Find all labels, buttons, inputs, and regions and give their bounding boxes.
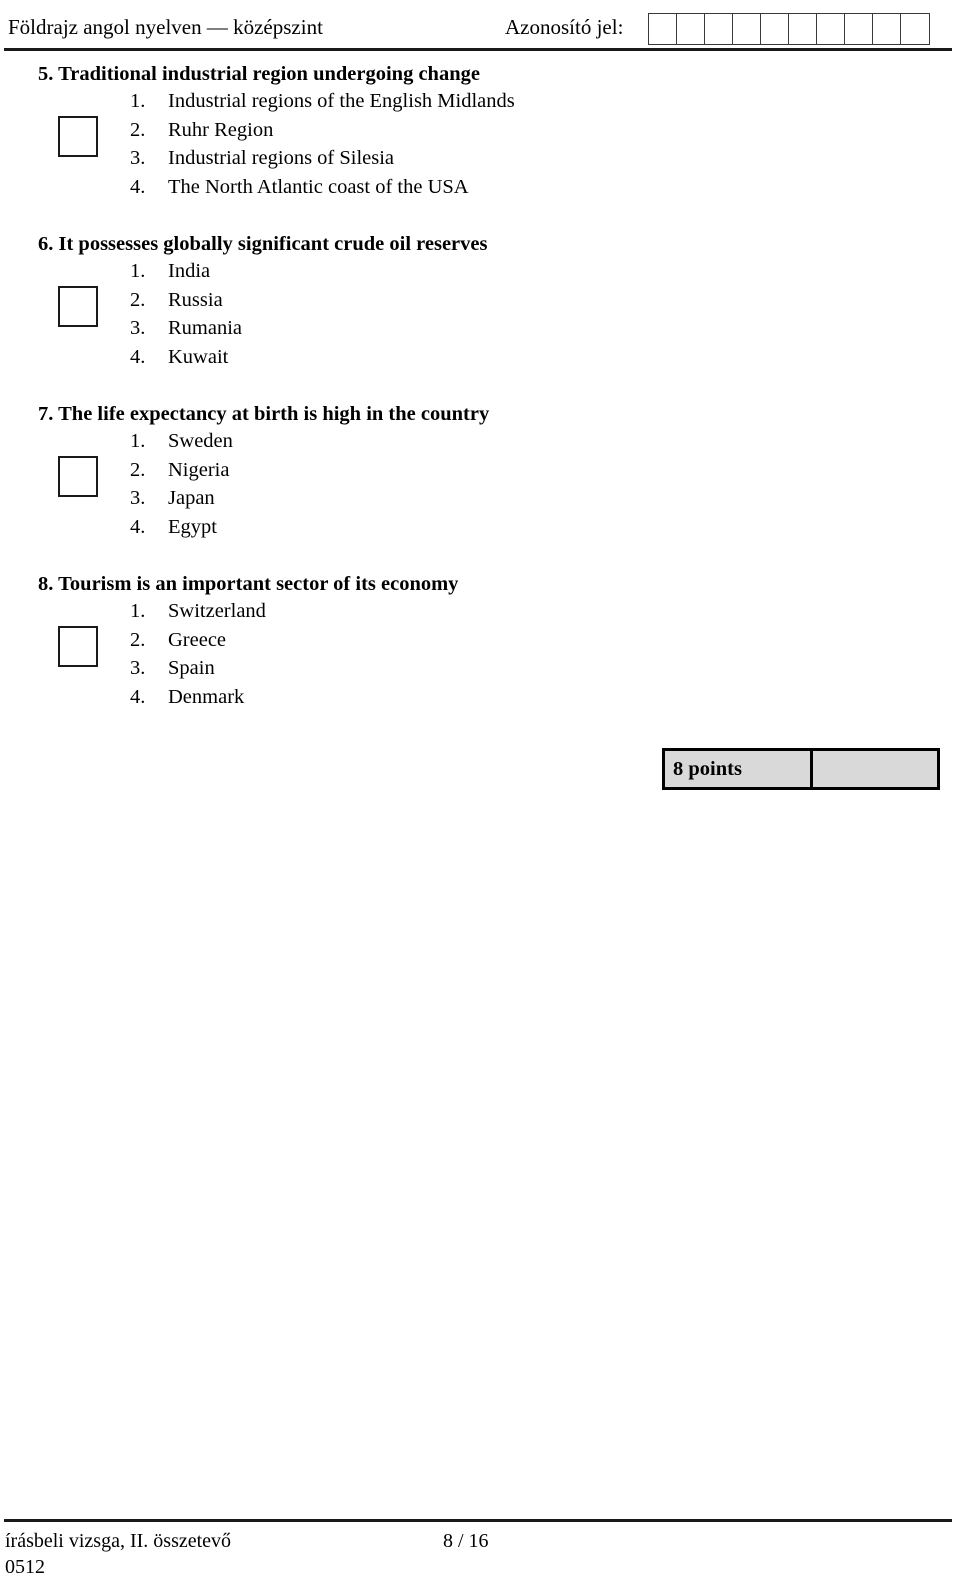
exam-subject-title: Földrajz angol nyelven — középszint xyxy=(8,15,323,39)
question-options: 1. Switzerland 2. Greece 3. Spain 4. Denmark xyxy=(130,597,690,711)
question-title: 6. It possesses globally significant cru… xyxy=(38,233,488,255)
option-number: 3. xyxy=(130,317,146,339)
question-option[interactable]: 2. Ruhr Region xyxy=(130,116,690,145)
candidate-id-box[interactable] xyxy=(873,14,901,44)
option-number: 1. xyxy=(130,430,146,452)
answer-checkbox[interactable] xyxy=(58,286,98,327)
question-option[interactable]: 3. Rumania xyxy=(130,314,690,343)
question-option[interactable]: 1. Sweden xyxy=(130,427,690,456)
option-number: 4. xyxy=(130,345,146,368)
question-option[interactable]: 4. Denmark xyxy=(130,683,690,712)
question-option[interactable]: 1. Switzerland xyxy=(130,597,690,626)
question-option[interactable]: 2. Nigeria xyxy=(130,456,690,485)
option-number: 1. xyxy=(130,260,146,282)
candidate-id-box[interactable] xyxy=(817,14,845,44)
points-label: 8 points xyxy=(673,758,742,780)
question-title: 8. Tourism is an important sector of its… xyxy=(38,573,459,595)
option-number: 1. xyxy=(130,600,146,622)
question-option[interactable]: 4. Kuwait xyxy=(130,343,690,372)
points-box: 8 points xyxy=(662,748,940,790)
question-option[interactable]: 1. India xyxy=(130,257,690,286)
option-number: 2. xyxy=(130,458,146,481)
option-label: Greece xyxy=(168,628,227,651)
option-label: Switzerland xyxy=(168,600,266,622)
question-options: 1. Sweden 2. Nigeria 3. Japan 4. Egypt xyxy=(130,427,690,541)
option-label: Kuwait xyxy=(168,345,229,368)
question-option[interactable]: 1. Industrial regions of the English Midl… xyxy=(130,87,690,116)
question-option[interactable]: 2. Russia xyxy=(130,286,690,315)
option-label: Russia xyxy=(168,288,223,311)
question-option[interactable]: 2. Greece xyxy=(130,626,690,655)
header-divider xyxy=(4,48,952,51)
candidate-id-box[interactable] xyxy=(705,14,733,44)
option-number: 2. xyxy=(130,628,146,651)
question-option[interactable]: 3. Industrial regions of Silesia xyxy=(130,144,690,173)
option-number: 4. xyxy=(130,175,146,198)
option-number: 2. xyxy=(130,118,146,141)
option-number: 2. xyxy=(130,288,146,311)
footer-exam-type: írásbeli vizsga, II. összetevő xyxy=(5,1530,232,1552)
page-footer: írásbeli vizsga, II. összetevő 0512 8 / … xyxy=(0,1528,960,1592)
exam-page: Földrajz angol nyelven — középszint Azon… xyxy=(0,0,960,1596)
answer-checkbox[interactable] xyxy=(58,116,98,157)
option-label: Rumania xyxy=(168,317,243,339)
option-number: 1. xyxy=(130,90,146,112)
option-number: 3. xyxy=(130,657,146,679)
footer-exam-code: 0512 xyxy=(5,1556,45,1578)
question-options: 1. Industrial regions of the English Midl… xyxy=(130,87,690,201)
candidate-id-box[interactable] xyxy=(901,14,929,44)
answer-checkbox[interactable] xyxy=(58,626,98,667)
page-header: Földrajz angol nyelven — középszint Azon… xyxy=(0,8,960,48)
option-number: 4. xyxy=(130,515,146,538)
candidate-id-label: Azonosító jel: xyxy=(505,15,624,39)
footer-page-number: 8 / 16 xyxy=(443,1530,489,1552)
option-label: Sweden xyxy=(168,430,233,452)
option-label: Egypt xyxy=(168,515,217,538)
points-awarded-cell[interactable] xyxy=(813,751,937,787)
option-label: Japan xyxy=(168,487,215,509)
candidate-id-box[interactable] xyxy=(845,14,873,44)
candidate-id-boxes[interactable] xyxy=(648,13,930,45)
option-label: India xyxy=(168,260,211,282)
candidate-id-box[interactable] xyxy=(677,14,705,44)
question-option[interactable]: 3. Japan xyxy=(130,484,690,513)
question-title: 5. Traditional industrial region undergo… xyxy=(38,63,480,85)
candidate-id-box[interactable] xyxy=(733,14,761,44)
candidate-id-box[interactable] xyxy=(789,14,817,44)
footer-divider xyxy=(4,1519,952,1522)
question-options: 1. India 2. Russia 3. Rumania 4. Kuwait xyxy=(130,257,690,371)
option-number: 4. xyxy=(130,685,146,708)
candidate-id-box[interactable] xyxy=(761,14,789,44)
question-option[interactable]: 4. The North Atlantic coast of the USA xyxy=(130,173,690,202)
question-option[interactable]: 3. Spain xyxy=(130,654,690,683)
points-label-cell: 8 points xyxy=(665,751,813,787)
option-label: Industrial regions of the English Midlan… xyxy=(168,90,515,112)
option-label: Denmark xyxy=(168,685,245,708)
option-number: 3. xyxy=(130,147,146,169)
option-label: Industrial regions of Silesia xyxy=(168,147,395,169)
option-number: 3. xyxy=(130,487,146,509)
question-title: 7. The life expectancy at birth is high … xyxy=(38,403,490,425)
option-label: The North Atlantic coast of the USA xyxy=(168,175,469,198)
candidate-id-box[interactable] xyxy=(649,14,677,44)
answer-checkbox[interactable] xyxy=(58,456,98,497)
option-label: Spain xyxy=(168,657,215,679)
question-option[interactable]: 4. Egypt xyxy=(130,513,690,542)
option-label: Ruhr Region xyxy=(168,118,274,141)
option-label: Nigeria xyxy=(168,458,230,481)
